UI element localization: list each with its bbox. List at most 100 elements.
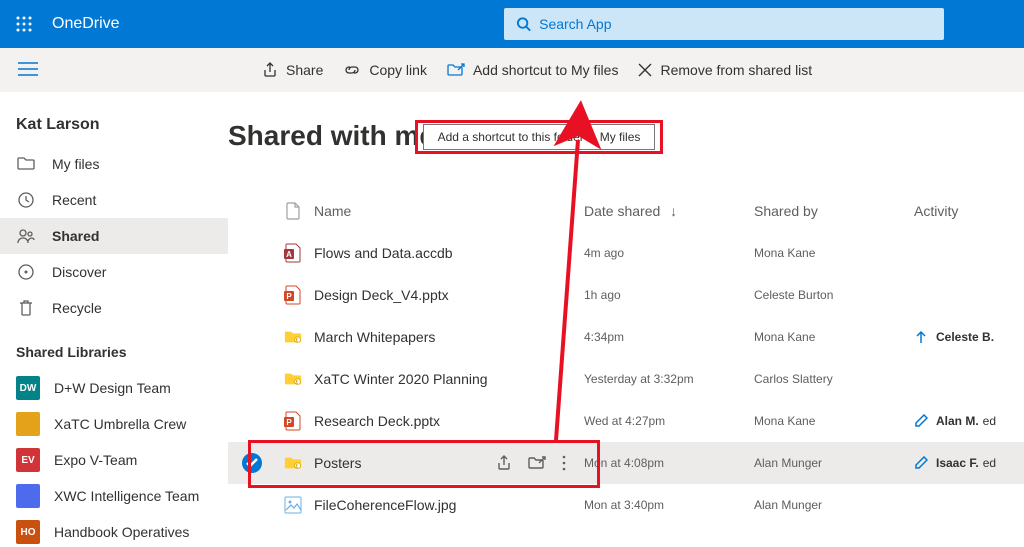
svg-text:A: A bbox=[286, 250, 292, 259]
folder-file-icon bbox=[272, 453, 314, 473]
row-name[interactable]: Posters bbox=[314, 455, 584, 471]
table-row[interactable]: FileCoherenceFlow.jpgMon at 3:40pmAlan M… bbox=[228, 484, 1024, 526]
row-date: 4:34pm bbox=[584, 330, 754, 344]
library-tile-icon: HO bbox=[16, 520, 40, 544]
row-name[interactable]: Design Deck_V4.pptx bbox=[314, 287, 584, 303]
hamburger-button[interactable] bbox=[18, 62, 38, 79]
row-shared-by: Celeste Burton bbox=[754, 288, 914, 302]
search-input[interactable] bbox=[539, 16, 932, 32]
ppt-file-icon: P bbox=[272, 411, 314, 431]
clock-icon bbox=[16, 191, 36, 209]
access-file-icon: A bbox=[272, 243, 314, 263]
nav-my-files[interactable]: My files bbox=[0, 146, 228, 182]
library-tile-icon: DW bbox=[16, 376, 40, 400]
activity-edit-icon bbox=[914, 414, 928, 428]
row-shortcut-icon[interactable] bbox=[528, 455, 546, 471]
row-name[interactable]: Flows and Data.accdb bbox=[314, 245, 584, 261]
row-name[interactable]: Research Deck.pptx bbox=[314, 413, 584, 429]
col-date-header[interactable]: Date shared ↓ bbox=[584, 203, 754, 219]
row-name[interactable]: FileCoherenceFlow.jpg bbox=[314, 497, 584, 513]
col-name-header[interactable]: Name bbox=[314, 203, 584, 219]
app-name: OneDrive bbox=[52, 15, 120, 33]
row-shared-by: Alan Munger bbox=[754, 498, 914, 512]
add-shortcut-tooltip: Add a shortcut to this folder in My file… bbox=[423, 124, 655, 150]
selection-check-icon[interactable] bbox=[242, 453, 262, 473]
nav-shared[interactable]: Shared bbox=[0, 218, 228, 254]
row-shared-by: Carlos Slattery bbox=[754, 372, 914, 386]
people-icon bbox=[16, 228, 36, 244]
add-shortcut-button[interactable]: Add shortcut to My files bbox=[437, 48, 629, 92]
library-item[interactable]: EV Expo V-Team bbox=[0, 442, 228, 478]
row-date: 1h ago bbox=[584, 288, 754, 302]
add-shortcut-icon bbox=[447, 62, 465, 78]
library-item[interactable]: XWC Intelligence Team bbox=[0, 478, 228, 514]
sort-descending-icon: ↓ bbox=[670, 203, 677, 219]
user-name: Kat Larson bbox=[0, 116, 228, 146]
svg-text:P: P bbox=[286, 418, 292, 427]
library-label: Expo V-Team bbox=[54, 452, 137, 468]
app-header: OneDrive bbox=[0, 0, 1024, 48]
row-shared-by: Mona Kane bbox=[754, 414, 914, 428]
file-icon-header bbox=[272, 202, 314, 220]
row-more-icon[interactable] bbox=[562, 455, 566, 471]
remove-from-shared-button[interactable]: Remove from shared list bbox=[628, 48, 822, 92]
library-item[interactable]: HO Handbook Operatives bbox=[0, 514, 228, 547]
row-date: Mon at 4:08pm bbox=[584, 456, 754, 470]
row-date: Wed at 4:27pm bbox=[584, 414, 754, 428]
table-row[interactable]: P Research Deck.pptxWed at 4:27pmMona Kan… bbox=[228, 400, 1024, 442]
ppt-file-icon: P bbox=[272, 285, 314, 305]
image-file-icon bbox=[272, 495, 314, 515]
col-sharedby-header[interactable]: Shared by bbox=[754, 203, 914, 219]
row-date: 4m ago bbox=[584, 246, 754, 260]
activity-share-icon bbox=[914, 330, 928, 344]
command-bar: Share Copy link Add shortcut to My files… bbox=[0, 48, 1024, 92]
row-shared-by: Mona Kane bbox=[754, 330, 914, 344]
row-shared-by: Alan Munger bbox=[754, 456, 914, 470]
table-row[interactable]: PostersMon at 4:08pmAlan MungerIsaac F.e… bbox=[228, 442, 1024, 484]
svg-text:P: P bbox=[286, 292, 292, 301]
discover-icon bbox=[16, 263, 36, 281]
library-tile-icon bbox=[16, 412, 40, 436]
sidebar: Kat Larson My files Recent Shared Discov… bbox=[0, 92, 228, 547]
library-tile-icon bbox=[16, 484, 40, 508]
app-launcher-button[interactable] bbox=[0, 0, 48, 48]
shared-libraries-header: Shared Libraries bbox=[0, 326, 228, 370]
table-row[interactable]: XaTC Winter 2020 PlanningYesterday at 3:… bbox=[228, 358, 1024, 400]
activity-edit-icon bbox=[914, 456, 928, 470]
row-name[interactable]: March Whitepapers bbox=[314, 329, 584, 345]
row-activity: Alan M.ed bbox=[914, 414, 1024, 428]
table-row[interactable]: P Design Deck_V4.pptx1h agoCeleste Burton bbox=[228, 274, 1024, 316]
folder-icon bbox=[16, 156, 36, 172]
library-tile-icon: EV bbox=[16, 448, 40, 472]
row-date: Mon at 3:40pm bbox=[584, 498, 754, 512]
search-box[interactable] bbox=[504, 8, 944, 40]
main-content: Shared with me Add a shortcut to this fo… bbox=[228, 92, 1024, 547]
row-date: Yesterday at 3:32pm bbox=[584, 372, 754, 386]
library-item[interactable]: DW D+W Design Team bbox=[0, 370, 228, 406]
close-icon bbox=[638, 63, 652, 77]
row-share-icon[interactable] bbox=[496, 455, 512, 471]
row-name[interactable]: XaTC Winter 2020 Planning bbox=[314, 371, 584, 387]
row-activity: Isaac F.ed bbox=[914, 456, 1024, 470]
table-header: Name Date shared ↓ Shared by Activity bbox=[228, 190, 1024, 232]
nav-discover[interactable]: Discover bbox=[0, 254, 228, 290]
library-label: XaTC Umbrella Crew bbox=[54, 416, 186, 432]
row-activity: Celeste B. bbox=[914, 330, 1024, 344]
nav-recent[interactable]: Recent bbox=[0, 182, 228, 218]
table-row[interactable]: March Whitepapers4:34pmMona KaneCeleste … bbox=[228, 316, 1024, 358]
folder-file-icon bbox=[272, 369, 314, 389]
search-icon bbox=[516, 16, 531, 32]
table-row[interactable]: A Flows and Data.accdb4m agoMona Kane bbox=[228, 232, 1024, 274]
col-activity-header[interactable]: Activity bbox=[914, 203, 1024, 219]
share-button[interactable]: Share bbox=[252, 48, 333, 92]
trash-icon bbox=[16, 299, 36, 317]
share-icon bbox=[262, 62, 278, 78]
nav-recycle[interactable]: Recycle bbox=[0, 290, 228, 326]
library-label: D+W Design Team bbox=[54, 380, 171, 396]
library-item[interactable]: XaTC Umbrella Crew bbox=[0, 406, 228, 442]
library-label: Handbook Operatives bbox=[54, 524, 189, 540]
copy-link-button[interactable]: Copy link bbox=[333, 48, 437, 92]
row-shared-by: Mona Kane bbox=[754, 246, 914, 260]
library-label: XWC Intelligence Team bbox=[54, 488, 199, 504]
link-icon bbox=[343, 62, 361, 78]
